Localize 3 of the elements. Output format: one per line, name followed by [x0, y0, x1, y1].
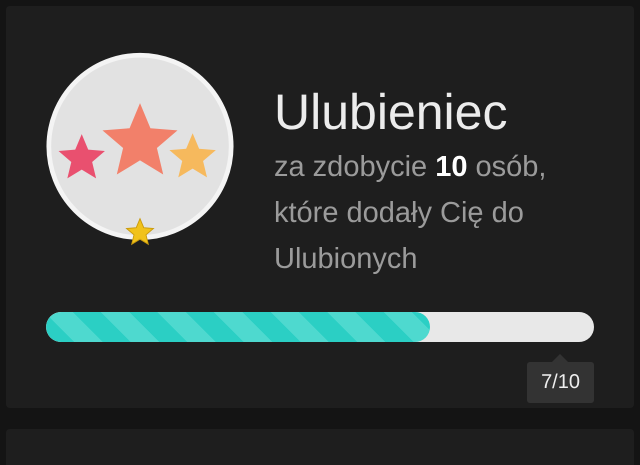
- achievement-description: za zdobycie 10 osób, które dodały Cię do Ulubionych: [274, 150, 548, 277]
- achievement-title: Ulubieniec: [274, 84, 508, 140]
- progress-tooltip: 7/10: [527, 362, 594, 403]
